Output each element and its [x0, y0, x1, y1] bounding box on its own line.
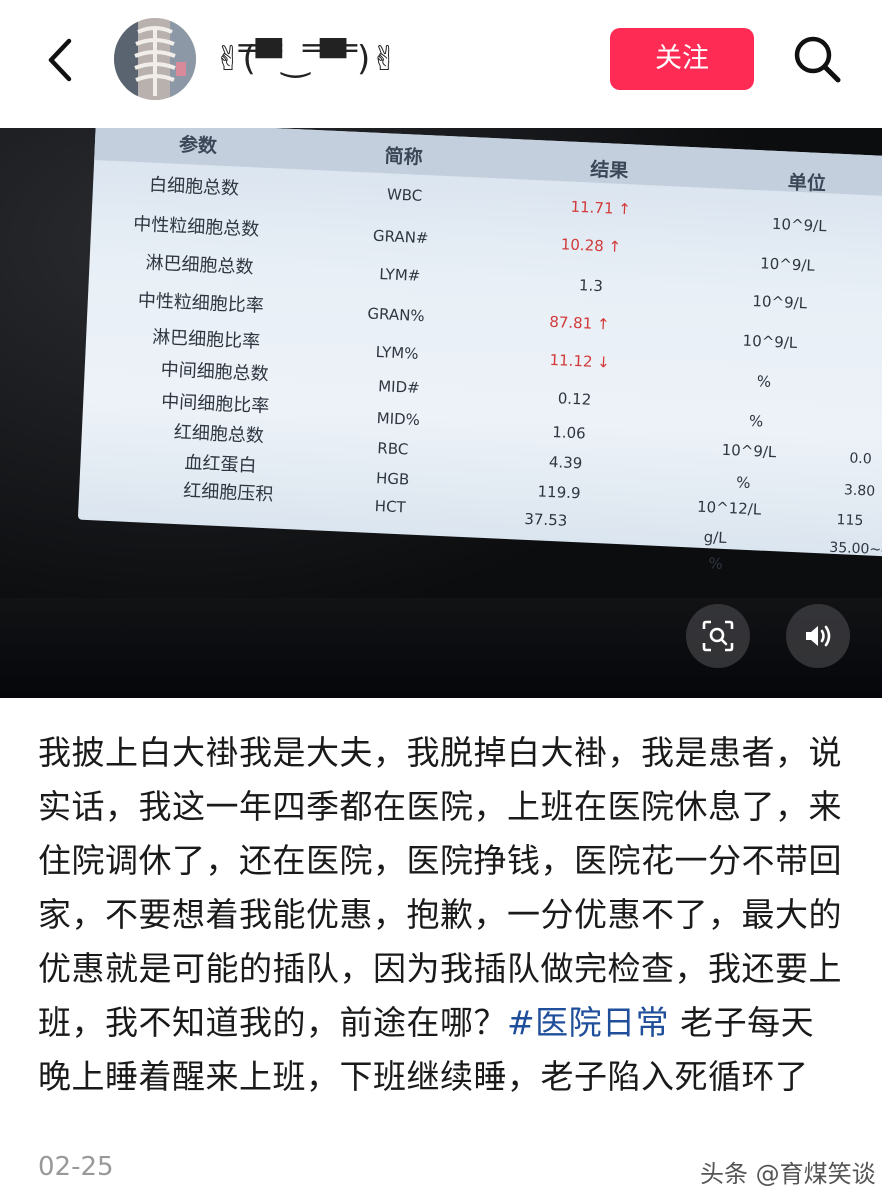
volume-button[interactable] [786, 604, 850, 668]
unit-cell: % [756, 372, 772, 391]
column-header-param: 参数 [178, 133, 218, 158]
param-cell: 红细胞压积 [182, 480, 274, 506]
edge-value: 3.80 [843, 482, 876, 500]
result-cell: 4.39 [548, 452, 583, 473]
source-watermark: 头条 @育煤笑谈 [700, 1160, 876, 1188]
monitor-bezel [0, 598, 882, 698]
abbr-cell: GRAN# [372, 226, 429, 248]
result-cell: 10.28 ↑ [560, 235, 622, 256]
result-cell: 1.06 [551, 423, 587, 443]
post-caption: 我披上白大褂我是大夫，我脱掉白大褂，我是患者，说实话，我这一年四季都在医院，上班… [38, 726, 846, 1104]
follow-button[interactable]: 关注 [610, 28, 754, 90]
param-cell: 中性粒细胞总数 [132, 213, 260, 241]
param-cell: 淋巴细胞比率 [151, 326, 261, 353]
param-cell: 淋巴细胞总数 [145, 252, 254, 279]
result-cell: 87.81 ↑ [548, 312, 610, 334]
post-date: 02-25 [38, 1152, 114, 1182]
result-cell: 11.12 ↓ [549, 350, 611, 372]
result-cell: 0.12 [557, 389, 592, 409]
unit-cell: 10^9/L [721, 440, 777, 462]
param-cell: 红细胞总数 [173, 421, 265, 447]
param-cell: 中性粒细胞比率 [137, 290, 265, 317]
param-cell: 中间细胞总数 [160, 359, 270, 386]
edge-value: 35.00~4 [828, 539, 882, 559]
unit-cell: g/L [703, 528, 728, 548]
back-icon [48, 38, 72, 82]
param-cell: 白细胞总数 [148, 174, 240, 200]
volume-icon [806, 625, 831, 647]
unit-cell: % [708, 554, 724, 573]
result-cell: 1.3 [578, 276, 604, 296]
lab-results-screen: 参数 简称 结果 单位 白细胞总数 WBC 11.71 ↑ 10^9/L 中性粒… [77, 128, 882, 573]
unit-cell: 10^9/L [742, 331, 798, 353]
abbr-cell: GRAN% [367, 304, 426, 326]
unit-cell: 10^9/L [752, 291, 808, 313]
avatar[interactable] [114, 18, 196, 100]
abbr-cell: WBC [386, 185, 423, 205]
username[interactable]: ✌(̿▀̿‿ ̿▀̿ ̿)✌ [214, 34, 399, 84]
edge-value: 0.0 [849, 450, 873, 468]
unit-cell: 10^9/L [771, 214, 827, 236]
back-button[interactable] [36, 28, 84, 92]
param-cell: 中间细胞比率 [160, 391, 270, 418]
unit-cell: % [748, 411, 764, 431]
caption-text: 我披上白大褂我是大夫，我脱掉白大褂，我是患者，说实话，我这一年四季都在医院，上班… [38, 733, 842, 1042]
param-cell: 血红蛋白 [184, 452, 257, 477]
abbr-cell: RBC [376, 439, 409, 459]
abbr-cell: HCT [374, 497, 407, 517]
result-cell: 119.9 [537, 482, 581, 503]
top-bar: ✌(̿▀̿‿ ̿▀̿ ̿)✌ 关注 [0, 0, 882, 120]
column-header-unit: 单位 [787, 171, 827, 196]
post-image[interactable]: 参数 简称 结果 单位 白细胞总数 WBC 11.71 ↑ 10^9/L 中性粒… [0, 128, 882, 698]
abbr-cell: HGB [375, 469, 410, 489]
image-search-button[interactable] [686, 604, 750, 668]
abbr-cell: MID% [376, 409, 421, 429]
abbr-cell: MID# [377, 377, 421, 397]
abbr-cell: LYM% [375, 342, 419, 363]
unit-cell: 10^12/L [696, 497, 762, 519]
unit-cell: 10^9/L [759, 254, 816, 275]
image-search-icon [702, 620, 734, 652]
search-button[interactable] [790, 32, 844, 86]
edge-value: 115 [836, 512, 864, 530]
unit-cell: % [735, 473, 751, 493]
column-header-result: 结果 [589, 158, 629, 183]
abbr-cell: LYM# [378, 265, 421, 285]
result-cell: 37.53 [523, 509, 568, 530]
avatar-image [114, 18, 196, 100]
hashtag-link[interactable]: #医院日常 [507, 1003, 669, 1042]
result-cell: 11.71 ↑ [570, 197, 632, 219]
column-header-abbr: 简称 [384, 145, 424, 169]
search-icon [794, 36, 841, 83]
